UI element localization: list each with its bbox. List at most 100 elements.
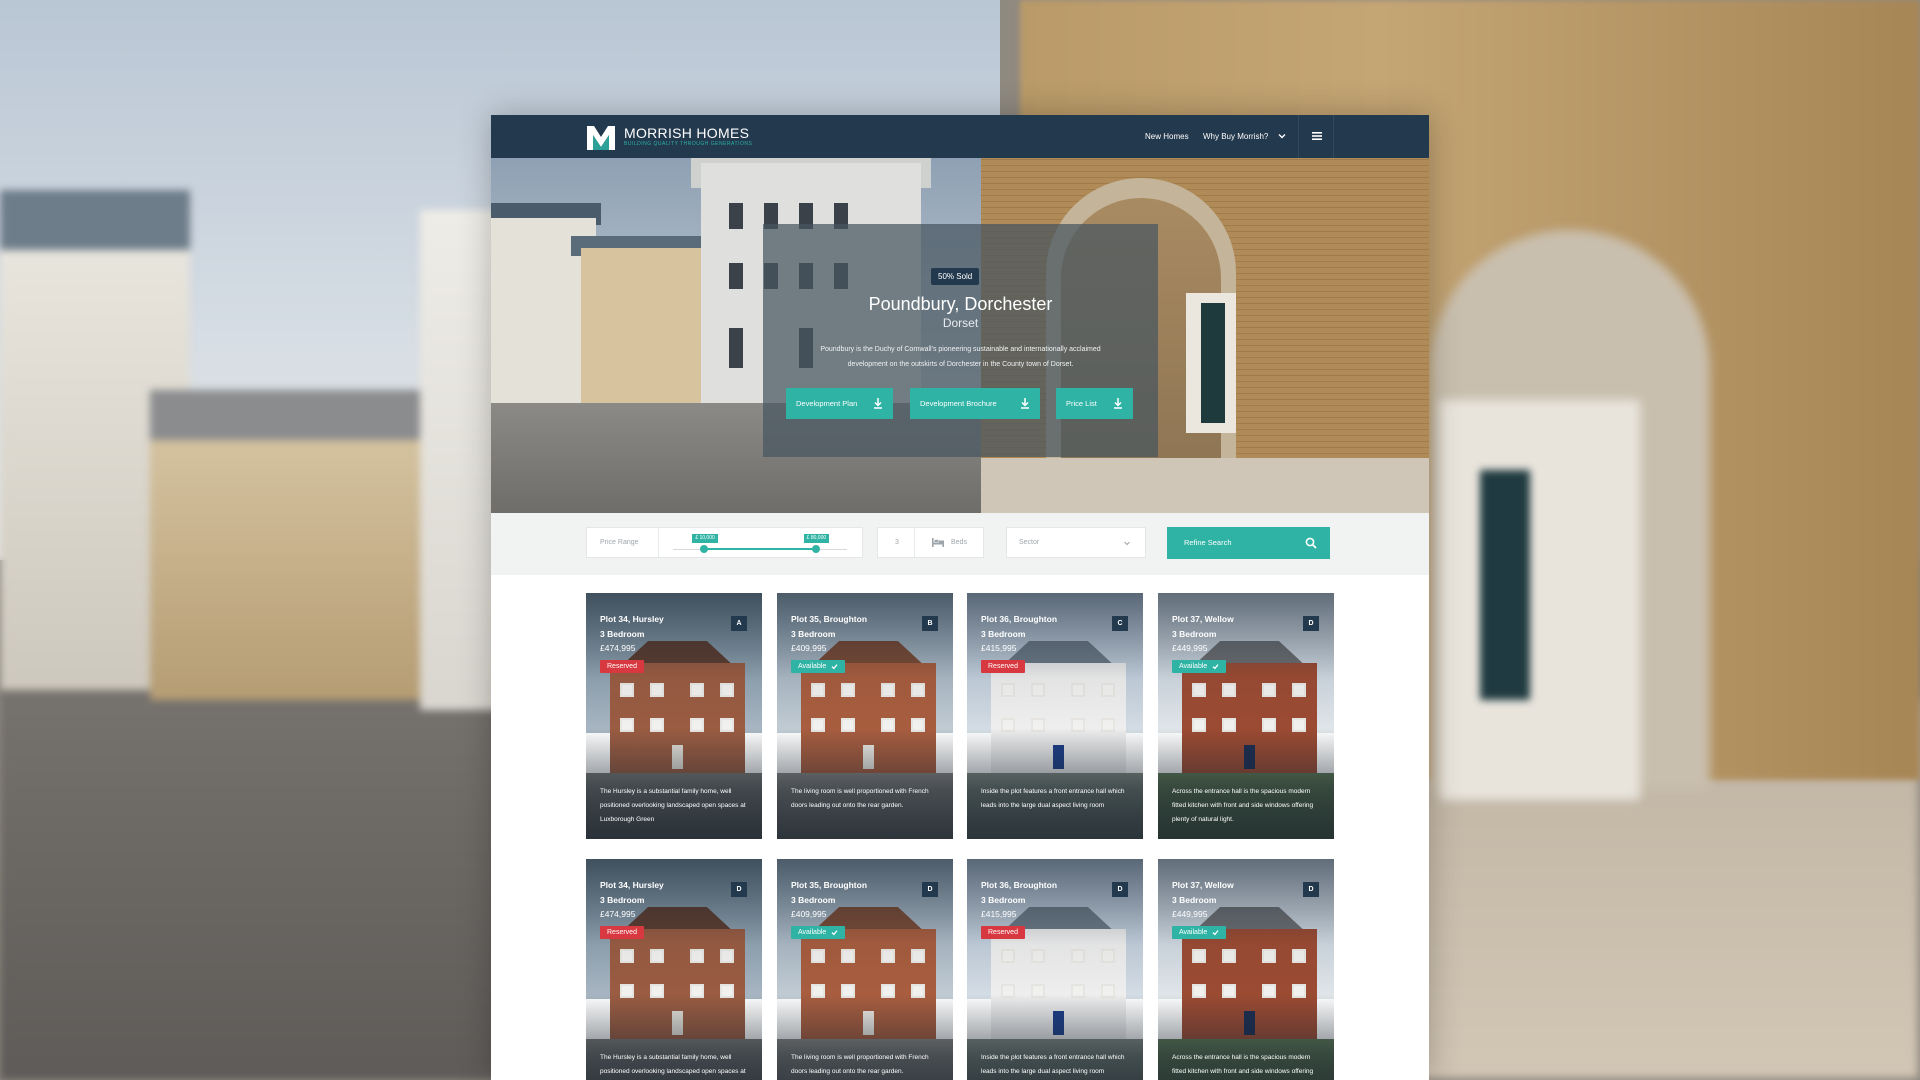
plot-type-letter: D xyxy=(1303,882,1319,897)
plot-type-letter: D xyxy=(731,882,747,897)
nav-divider xyxy=(1333,115,1334,158)
development-plan-button[interactable]: Development Plan xyxy=(786,388,893,419)
plot-title: Plot 34, Hursley xyxy=(600,880,664,890)
plot-description: Across the entrance hall is the spacious… xyxy=(1172,788,1314,823)
price-slider-fill xyxy=(704,548,816,550)
hero-panel: 50% Sold Poundbury, Dorchester Dorset Po… xyxy=(763,224,1158,457)
bed-icon xyxy=(932,538,944,547)
price-range-label: Price Range xyxy=(600,539,639,546)
filter-divider xyxy=(914,528,915,557)
check-icon xyxy=(1212,930,1219,936)
beds-filter[interactable]: 3 Beds xyxy=(877,527,984,558)
logo[interactable]: MORRISH HOMES BUILDING QUALITY THROUGH G… xyxy=(586,122,752,152)
plot-bedrooms: 3 Bedroom xyxy=(791,895,836,905)
plot-title: Plot 37, Wellow xyxy=(1172,880,1234,890)
status-label: Available xyxy=(798,929,827,936)
chevron-down-icon xyxy=(1124,541,1130,546)
status-badge: Available xyxy=(1172,926,1227,939)
refine-search-button[interactable]: Refine Search xyxy=(1167,527,1330,559)
menu-icon[interactable] xyxy=(1309,128,1325,144)
status-label: Reserved xyxy=(607,663,637,670)
plot-price: £474,995 xyxy=(600,909,636,919)
plot-card[interactable]: Plot 36, Broughton 3 Bedroom £415,995 Reser… xyxy=(967,593,1143,839)
background-tower xyxy=(420,210,500,710)
chevron-down-icon[interactable] xyxy=(1277,131,1287,141)
plot-bedrooms: 3 Bedroom xyxy=(981,629,1026,639)
plot-card[interactable]: Plot 37, Wellow 3 Bedroom £449,995 Availabl… xyxy=(1158,859,1334,1080)
search-icon xyxy=(1305,537,1317,549)
nav-divider xyxy=(1298,115,1299,158)
price-range-filter: Price Range £ 10,000 £ 80,000 xyxy=(586,527,863,558)
status-label: Reserved xyxy=(988,929,1018,936)
button-label: Development Plan xyxy=(796,399,858,408)
plot-description: Inside the plot features a front entranc… xyxy=(981,1054,1125,1075)
plot-card[interactable]: Plot 35, Broughton 3 Bedroom £409,995 Avail… xyxy=(777,859,953,1080)
plot-bedrooms: 3 Bedroom xyxy=(981,895,1026,905)
plot-price: £449,995 xyxy=(1172,909,1208,919)
plot-price: £449,995 xyxy=(1172,643,1208,653)
plot-description: The living room is well proportioned wit… xyxy=(791,788,929,809)
plot-title: Plot 36, Broughton xyxy=(981,614,1058,624)
nav-why-buy[interactable]: Why Buy Morrish? xyxy=(1203,115,1268,158)
plot-bedrooms: 3 Bedroom xyxy=(600,895,645,905)
download-icon xyxy=(874,398,882,409)
plot-type-letter: A xyxy=(731,616,747,631)
beds-value[interactable]: 3 xyxy=(895,528,899,557)
nav-new-homes[interactable]: New Homes xyxy=(1145,115,1189,158)
plot-card[interactable]: Plot 34, Hursley 3 Bedroom £474,995 Reserve… xyxy=(586,859,762,1080)
window xyxy=(729,263,743,289)
status-label: Available xyxy=(798,663,827,670)
beds-label: Beds xyxy=(951,539,967,546)
check-icon xyxy=(831,930,838,936)
check-icon xyxy=(831,664,838,670)
status-label: Reserved xyxy=(988,663,1018,670)
status-badge: Available xyxy=(791,660,846,673)
plot-price: £415,995 xyxy=(981,909,1017,919)
plot-type-letter: D xyxy=(922,882,938,897)
download-icon xyxy=(1114,398,1122,409)
plot-title: Plot 37, Wellow xyxy=(1172,614,1234,624)
plot-card[interactable]: Plot 36, Broughton 3 Bedroom £415,995 Reser… xyxy=(967,859,1143,1080)
plot-description: Across the entrance hall is the spacious… xyxy=(1172,1054,1314,1075)
plot-title: Plot 35, Broughton xyxy=(791,880,868,890)
status-label: Reserved xyxy=(607,929,637,936)
plot-card[interactable]: Plot 37, Wellow 3 Bedroom £449,995 Availabl… xyxy=(1158,593,1334,839)
hero-subtitle: Dorset xyxy=(942,316,979,330)
status-label: Available xyxy=(1179,663,1208,670)
plot-card[interactable]: Plot 34, Hursley 3 Bedroom £474,995 Reserve… xyxy=(586,593,762,839)
plot-description: Inside the plot features a front entranc… xyxy=(981,788,1125,809)
price-max-handle[interactable] xyxy=(811,545,820,553)
button-label: Refine Search xyxy=(1184,538,1232,547)
check-icon xyxy=(1212,664,1219,670)
search-filter-bar: Price Range £ 10,000 £ 80,000 3 Beds Sec… xyxy=(491,513,1429,575)
hero-title: Poundbury, Dorchester xyxy=(868,294,1053,314)
plot-title: Plot 35, Broughton xyxy=(791,614,868,624)
plot-type-letter: D xyxy=(1303,616,1319,631)
window xyxy=(729,203,743,229)
background-arch-inner xyxy=(1440,400,1640,800)
sold-badge: 50% Sold xyxy=(931,268,980,285)
plot-type-letter: D xyxy=(1112,882,1128,897)
top-nav: MORRISH HOMES BUILDING QUALITY THROUGH G… xyxy=(491,115,1429,158)
morrish-logo-icon xyxy=(587,126,615,150)
plot-bedrooms: 3 Bedroom xyxy=(600,629,645,639)
plot-card[interactable]: Plot 35, Broughton 3 Bedroom £409,995 Avail… xyxy=(777,593,953,839)
website-frame: MORRISH HOMES BUILDING QUALITY THROUGH G… xyxy=(491,115,1429,1080)
hero-house xyxy=(581,248,711,403)
brand-tagline: BUILDING QUALITY THROUGH GENERATIONS xyxy=(624,141,753,147)
brand-name: MORRISH HOMES xyxy=(624,125,750,141)
button-label: Price List xyxy=(1066,399,1097,408)
plot-title: Plot 34, Hursley xyxy=(600,614,664,624)
status-badge: Reserved xyxy=(600,926,644,939)
hero: 50% Sold Poundbury, Dorchester Dorset Po… xyxy=(491,158,1429,513)
background-door xyxy=(1480,470,1530,700)
price-list-button[interactable]: Price List xyxy=(1056,388,1133,419)
development-brochure-button[interactable]: Development Brochure xyxy=(910,388,1040,419)
sector-placeholder: Sector xyxy=(1019,539,1040,546)
plot-price: £409,995 xyxy=(791,909,827,919)
sector-select[interactable]: Sector xyxy=(1006,527,1146,558)
price-min-handle[interactable] xyxy=(700,545,709,553)
status-label: Available xyxy=(1179,929,1208,936)
plot-type-letter: C xyxy=(1112,616,1128,631)
plot-title: Plot 36, Broughton xyxy=(981,880,1058,890)
